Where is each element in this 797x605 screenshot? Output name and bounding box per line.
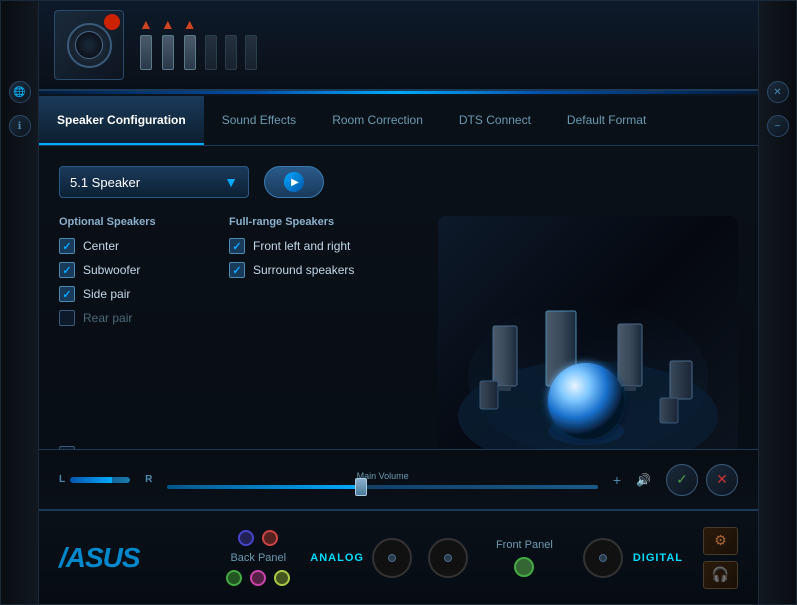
tab-room-correction[interactable]: Room Correction bbox=[314, 96, 441, 145]
analog-knob[interactable] bbox=[372, 538, 412, 578]
optional-speakers-label: Optional Speakers bbox=[59, 216, 199, 228]
label-side-pair: Side pair bbox=[83, 287, 130, 301]
connector-2: ▲ bbox=[161, 16, 175, 70]
jack-green-back[interactable] bbox=[226, 570, 242, 586]
checkbox-front-lr[interactable] bbox=[229, 238, 245, 254]
checkbox-subwoofer[interactable] bbox=[59, 262, 75, 278]
volume-track[interactable] bbox=[167, 485, 598, 489]
x-icon: ✕ bbox=[716, 471, 728, 488]
label-center: Center bbox=[83, 239, 119, 253]
stage-svg bbox=[438, 216, 738, 476]
checkbox-surround[interactable] bbox=[229, 262, 245, 278]
viz-stage bbox=[438, 216, 738, 476]
headphone-icon-button[interactable]: 🎧 bbox=[703, 561, 738, 589]
arrow-icon-1: ▲ bbox=[139, 16, 153, 32]
tab-navigation: Speaker Configuration Sound Effects Room… bbox=[39, 96, 758, 146]
side-rail-left: 🌐 ℹ bbox=[1, 1, 39, 604]
label-surround: Surround speakers bbox=[253, 263, 354, 277]
bottom-bar: /ASUS Back Panel ANALOG Front Panel bbox=[39, 509, 758, 604]
bottom-controls bbox=[583, 538, 623, 578]
connector-4 bbox=[205, 35, 217, 70]
checkbox-item-subwoofer: Subwoofer bbox=[59, 262, 199, 278]
connector-group: ▲ ▲ ▲ bbox=[139, 16, 257, 75]
optional-speakers-section: Optional Speakers Center Subwoofer Side … bbox=[59, 216, 199, 334]
app-wrapper: 🌐 ℹ ✕ − ▲ ▲ ▲ bbox=[0, 0, 797, 605]
checkbox-item-surround: Surround speakers bbox=[229, 262, 369, 278]
active-speaker-icon[interactable] bbox=[54, 10, 124, 80]
volume-reject-button[interactable]: ✕ bbox=[706, 464, 738, 496]
front-knob[interactable] bbox=[583, 538, 623, 578]
controls-row: 5.1 Speaker ▼ ▶ bbox=[59, 166, 738, 198]
top-header: ▲ ▲ ▲ bbox=[39, 1, 758, 91]
checkbox-item-center: Center bbox=[59, 238, 199, 254]
play-button[interactable]: ▶ bbox=[264, 166, 324, 198]
volume-section: L R Main Volume + 🔊 ✓ ✕ bbox=[39, 449, 758, 509]
volume-accept-button[interactable]: ✓ bbox=[666, 464, 698, 496]
arrow-icon-3: ▲ bbox=[183, 16, 197, 32]
jack-green-front[interactable] bbox=[514, 557, 534, 577]
l-label: L bbox=[59, 474, 65, 485]
play-icon-circle: ▶ bbox=[284, 172, 304, 192]
play-triangle-icon: ▶ bbox=[291, 177, 299, 188]
jack-red-back[interactable] bbox=[262, 530, 278, 546]
connector-3: ▲ bbox=[183, 16, 197, 70]
connector-6 bbox=[245, 35, 257, 70]
speaker-dropdown[interactable]: 5.1 Speaker ▼ bbox=[59, 166, 249, 198]
dropdown-arrow-icon: ▼ bbox=[224, 174, 238, 190]
side-rail-right: ✕ − bbox=[758, 1, 796, 604]
back-panel-connectors-bottom bbox=[226, 570, 290, 586]
arrow-icon-2: ▲ bbox=[161, 16, 175, 32]
volume-slider-container: Main Volume bbox=[167, 471, 598, 489]
checkbox-item-rear-pair: Rear pair bbox=[59, 310, 199, 326]
analog-label: ANALOG bbox=[310, 552, 364, 564]
bottom-right-icons: ⚙ 🎧 bbox=[703, 527, 738, 589]
tab-sound-effects[interactable]: Sound Effects bbox=[204, 96, 315, 145]
back-panel-label: Back Panel bbox=[230, 552, 286, 564]
volume-lr-indicator: L bbox=[59, 474, 130, 485]
label-subwoofer: Subwoofer bbox=[83, 263, 140, 277]
speaker-visualization bbox=[438, 216, 738, 476]
speaker-dropdown-value: 5.1 Speaker bbox=[70, 175, 224, 190]
jack-pink-back[interactable] bbox=[250, 570, 266, 586]
fullrange-speakers-label: Full-range Speakers bbox=[229, 216, 369, 228]
tab-dts-connect[interactable]: DTS Connect bbox=[441, 96, 549, 145]
back-panel-connectors-top bbox=[238, 530, 278, 546]
minimize-button[interactable]: − bbox=[767, 115, 789, 137]
top-separator bbox=[39, 91, 758, 94]
front-panel-label: Front Panel bbox=[496, 539, 553, 551]
checkbox-side-pair[interactable] bbox=[59, 286, 75, 302]
r-label: R bbox=[145, 474, 152, 485]
close-button[interactable]: ✕ bbox=[767, 81, 789, 103]
asus-logo: /ASUS bbox=[59, 542, 140, 574]
volume-fill bbox=[167, 485, 361, 489]
l-bar bbox=[70, 477, 130, 483]
connector-5 bbox=[225, 35, 237, 70]
jack-blue-back[interactable] bbox=[238, 530, 254, 546]
analog-knob-2[interactable] bbox=[428, 538, 468, 578]
front-panel-section: Front Panel bbox=[496, 539, 553, 577]
connector-1: ▲ bbox=[139, 16, 153, 70]
tab-default-format[interactable]: Default Format bbox=[549, 96, 664, 145]
info-button[interactable]: ℹ bbox=[9, 115, 31, 137]
tab-speaker-configuration[interactable]: Speaker Configuration bbox=[39, 96, 204, 145]
checkbox-center[interactable] bbox=[59, 238, 75, 254]
volume-speaker-icon: 🔊 bbox=[636, 473, 651, 487]
volume-plus-label: + bbox=[613, 472, 621, 488]
checkbox-rear-pair[interactable] bbox=[59, 310, 75, 326]
label-rear-pair: Rear pair bbox=[83, 311, 132, 325]
fullrange-speakers-section: Full-range Speakers Front left and right… bbox=[229, 216, 369, 334]
label-front-lr: Front left and right bbox=[253, 239, 350, 253]
globe-button[interactable]: 🌐 bbox=[9, 81, 31, 103]
back-panel-section: Back Panel bbox=[226, 530, 290, 586]
checkbox-item-side-pair: Side pair bbox=[59, 286, 199, 302]
jack-yellowgreen-back[interactable] bbox=[274, 570, 290, 586]
volume-right-buttons: ✓ ✕ bbox=[666, 464, 738, 496]
front-panel-connectors bbox=[514, 557, 534, 577]
check-icon: ✓ bbox=[676, 471, 688, 488]
volume-thumb[interactable] bbox=[355, 478, 367, 496]
settings-icon-button[interactable]: ⚙ bbox=[703, 527, 738, 555]
checkbox-item-front-lr: Front left and right bbox=[229, 238, 369, 254]
digital-label: DIGITAL bbox=[633, 552, 683, 564]
